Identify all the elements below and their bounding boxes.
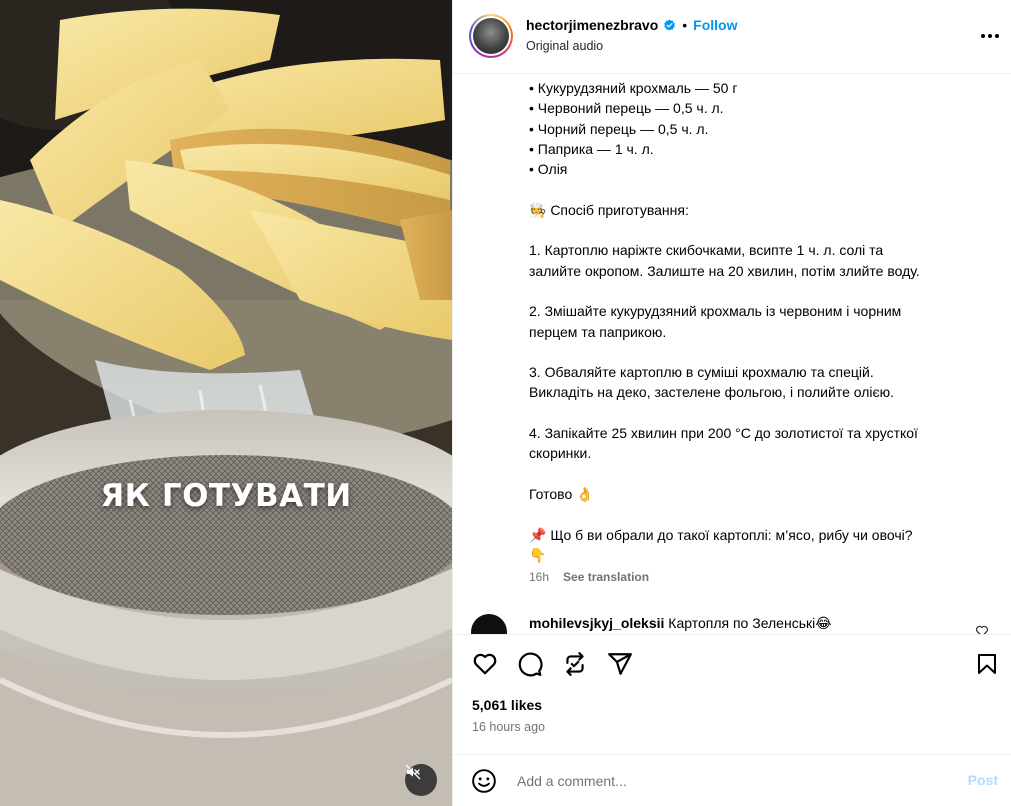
commenter-avatar[interactable]	[471, 614, 507, 634]
media-video-frame	[0, 0, 452, 806]
comment-icon	[518, 652, 543, 677]
ingredient-item: • Чорний перець — 0,5 ч. л.	[529, 120, 709, 137]
comment-body: Картопля по Зеленські😂	[668, 615, 832, 631]
question-line-emoji: 👇	[529, 546, 547, 563]
follow-button[interactable]: Follow	[693, 17, 737, 33]
like-button[interactable]	[471, 650, 499, 678]
ingredient-item: • Червоний перець — 0,5 ч. л.	[529, 100, 724, 117]
post-header: hectorjimenezbravo • Follow Original aud…	[453, 0, 1011, 74]
likes-count[interactable]: 5,061 likes	[472, 697, 542, 713]
speaker-muted-icon	[405, 764, 421, 780]
send-icon	[608, 653, 632, 675]
add-comment-bar: Post	[453, 754, 1011, 806]
share-icon	[566, 652, 584, 676]
username-row: hectorjimenezbravo • Follow	[526, 16, 738, 34]
verified-badge-icon	[664, 19, 676, 31]
more-options-button[interactable]	[978, 24, 1002, 48]
post-caption: • Кукурудзяний крохмаль — 50 г • Червони…	[529, 78, 999, 598]
separator-dot: •	[682, 17, 688, 33]
avatar[interactable]	[469, 14, 513, 58]
ingredient-item: • Паприка — 1 ч. л.	[529, 140, 654, 157]
emoji-icon[interactable]	[471, 768, 497, 794]
ingredient-item: • Кукурудзяний крохмаль — 50 г	[529, 80, 738, 96]
caption-meta: 16h See translation	[529, 567, 999, 587]
mute-button[interactable]	[405, 764, 437, 796]
audio-label[interactable]: Original audio	[526, 39, 603, 53]
step-line: 4. Запікайте 25 хвилин при 200 °C до зол…	[529, 425, 918, 442]
post-timestamp[interactable]: 16 hours ago	[472, 720, 545, 734]
bookmark-icon	[978, 654, 996, 674]
question-line: 📌 Що б ви обрали до такої картоплі: м’яс…	[529, 526, 913, 543]
comment-input[interactable]	[517, 768, 937, 794]
see-translation-link[interactable]: See translation	[563, 567, 649, 587]
post-comment-button[interactable]: Post	[968, 772, 998, 788]
step-line: залийте окропом. Залиште на 20 хвилин, п…	[529, 262, 920, 279]
send-button[interactable]	[606, 650, 634, 678]
action-bar	[453, 634, 1011, 694]
step-line: 1. Картоплю наріжте скибочками, всипте 1…	[529, 242, 884, 259]
step-line: перцем та паприкою.	[529, 323, 667, 340]
method-title: 🧑‍🍳 Спосіб приготування:	[529, 201, 689, 218]
comment-button[interactable]	[516, 650, 544, 678]
video-overlay-text: ЯК ГОТУВАТИ	[100, 478, 352, 514]
step-line: 3. Обваляйте картоплю в суміші крохмалю …	[529, 364, 874, 381]
done-line: Готово 👌	[529, 485, 594, 502]
post-age[interactable]: 16h	[529, 567, 549, 587]
step-line: Викладіть на деко, застелене фольгою, і …	[529, 384, 895, 401]
comment-text: mohilevsjkyj_oleksii Картопля по Зеленсь…	[529, 615, 832, 632]
heart-icon	[473, 653, 497, 675]
more-horizontal-icon	[981, 34, 999, 38]
comment-item: mohilevsjkyj_oleksii Картопля по Зеленсь…	[469, 612, 999, 634]
step-line: скоринки.	[529, 445, 592, 462]
post-panel: hectorjimenezbravo • Follow Original aud…	[452, 0, 1011, 806]
repost-button[interactable]	[561, 650, 589, 678]
comment-like-icon[interactable]	[975, 624, 989, 634]
commenter-username[interactable]: mohilevsjkyj_oleksii	[529, 615, 664, 631]
step-line: 2. Змішайте кукурудзяний крохмаль із чер…	[529, 303, 902, 320]
ingredient-item: • Олія	[529, 161, 568, 178]
post-media[interactable]: ЯК ГОТУВАТИ	[0, 0, 452, 806]
save-button[interactable]	[973, 650, 1001, 678]
author-username[interactable]: hectorjimenezbravo	[526, 17, 658, 33]
